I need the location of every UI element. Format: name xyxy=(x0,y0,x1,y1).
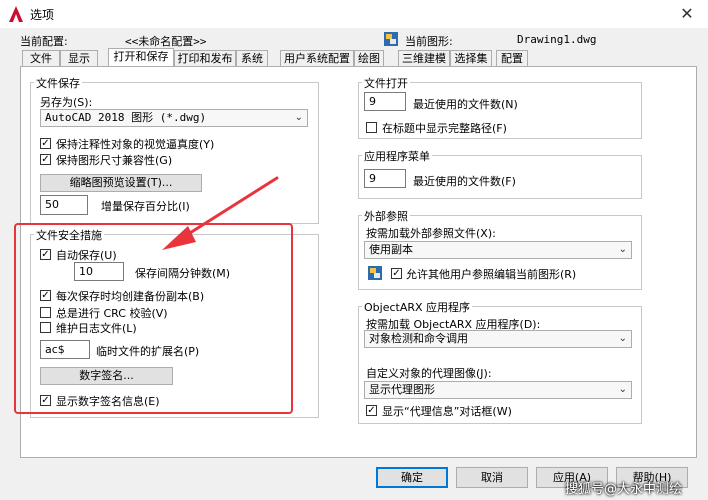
save-as-value: AutoCAD 2018 图形 (*.dwg) xyxy=(45,111,207,124)
tab-user-preferences[interactable]: 用户系统配置 xyxy=(280,50,354,67)
full-path-label: 在标题中显示完整路径(F) xyxy=(382,122,507,135)
proxy-image-select[interactable]: 显示代理图形 ⌄ xyxy=(364,381,632,399)
drawing-icon xyxy=(384,32,398,46)
tab-label: 打印和发布 xyxy=(177,52,233,65)
tab-display[interactable]: 显示 xyxy=(60,50,98,67)
save-as-label: 另存为(S): xyxy=(40,96,93,109)
tab-3d-modeling[interactable]: 三维建模 xyxy=(398,50,450,67)
ok-label: 确定 xyxy=(401,471,423,484)
chevron-down-icon: ⌄ xyxy=(294,112,303,123)
tab-plot-and-publish[interactable]: 打印和发布 xyxy=(174,50,236,67)
tab-label: 打开和保存 xyxy=(113,50,169,63)
recent-files-value: 9 xyxy=(369,95,376,108)
window-title: 选项 xyxy=(30,8,55,22)
incremental-save-input[interactable]: 50 xyxy=(40,195,88,215)
autocad-logo-icon xyxy=(9,6,23,22)
tab-label: 系统 xyxy=(241,52,263,65)
tab-label: 选择集 xyxy=(454,52,488,65)
xref-edit-icon xyxy=(368,266,382,280)
close-icon[interactable]: ✕ xyxy=(676,3,698,25)
save-as-select[interactable]: AutoCAD 2018 图形 (*.dwg) ⌄ xyxy=(40,109,308,127)
tab-system[interactable]: 系统 xyxy=(236,50,268,67)
tab-drafting[interactable]: 绘图 xyxy=(354,50,384,67)
chevron-down-icon: ⌄ xyxy=(618,384,627,395)
current-drawing-value: Drawing1.dwg xyxy=(517,33,597,46)
arx-demand-value: 对象检测和命令调用 xyxy=(369,332,468,345)
watermark: 搜狐号@大永中测绘 xyxy=(565,482,683,497)
xref-title: 外部参照 xyxy=(362,208,410,224)
tab-label: 用户系统配置 xyxy=(284,52,350,65)
proxy-image-label: 自定义对象的代理图像(J): xyxy=(366,367,492,380)
keep-drawing-size-checkbox[interactable]: ✓ xyxy=(40,154,51,165)
keep-annotative-checkbox[interactable]: ✓ xyxy=(40,138,51,149)
ok-button[interactable]: 确定 xyxy=(376,467,448,488)
keep-drawing-size-label: 保持图形尺寸兼容性(G) xyxy=(56,154,173,167)
chevron-down-icon: ⌄ xyxy=(618,244,627,255)
current-profile-value: <<未命名配置>> xyxy=(125,35,207,48)
allow-edit-label: 允许其他用户参照编辑当前图形(R) xyxy=(406,268,577,281)
annotation-arrow-icon xyxy=(162,176,279,250)
file-open-title: 文件打开 xyxy=(362,75,410,91)
recent-files-input[interactable]: 9 xyxy=(364,92,406,111)
keep-annotative-label: 保持注释性对象的视觉逼真度(Y) xyxy=(56,138,215,151)
title-bar xyxy=(0,0,708,28)
incremental-save-value: 50 xyxy=(45,198,59,211)
thumbnail-settings-label: 缩略图预览设置(T)... xyxy=(69,176,173,189)
current-profile-label: 当前配置: xyxy=(20,35,68,48)
tab-profiles[interactable]: 配置 xyxy=(496,50,528,67)
menu-recent-files-value: 9 xyxy=(369,172,376,185)
tab-label: 配置 xyxy=(501,52,523,65)
tab-label: 文件 xyxy=(30,52,52,65)
tab-open-and-save[interactable]: 打开和保存 xyxy=(108,48,174,67)
cancel-label: 取消 xyxy=(481,471,503,484)
arx-demand-select[interactable]: 对象检测和命令调用 ⌄ xyxy=(364,330,632,348)
xref-demand-value: 使用副本 xyxy=(369,243,413,256)
tab-files[interactable]: 文件 xyxy=(22,50,60,67)
xref-demand-select[interactable]: 使用副本 ⌄ xyxy=(364,241,632,259)
tab-label: 显示 xyxy=(68,52,90,65)
app-menu-title: 应用程序菜单 xyxy=(362,148,432,164)
tab-selection[interactable]: 选择集 xyxy=(450,50,492,67)
cancel-button[interactable]: 取消 xyxy=(456,467,528,488)
xref-demand-label: 按需加载外部参照文件(X): xyxy=(366,227,496,240)
file-save-title: 文件保存 xyxy=(34,75,82,91)
chevron-down-icon: ⌄ xyxy=(618,333,627,344)
menu-recent-files-input[interactable]: 9 xyxy=(364,169,406,188)
proxy-image-value: 显示代理图形 xyxy=(369,383,435,396)
tab-label: 绘图 xyxy=(358,52,380,65)
allow-edit-checkbox[interactable]: ✓ xyxy=(391,268,402,279)
menu-recent-files-label: 最近使用的文件数(F) xyxy=(413,175,516,188)
tab-label: 三维建模 xyxy=(402,52,446,65)
show-proxy-checkbox[interactable]: ✓ xyxy=(366,405,377,416)
show-proxy-label: 显示“代理信息”对话框(W) xyxy=(382,405,512,418)
current-drawing-label: 当前图形: xyxy=(405,35,453,48)
objectarx-title: ObjectARX 应用程序 xyxy=(362,299,473,315)
full-path-checkbox[interactable] xyxy=(366,122,377,133)
recent-files-label: 最近使用的文件数(N) xyxy=(413,98,518,111)
